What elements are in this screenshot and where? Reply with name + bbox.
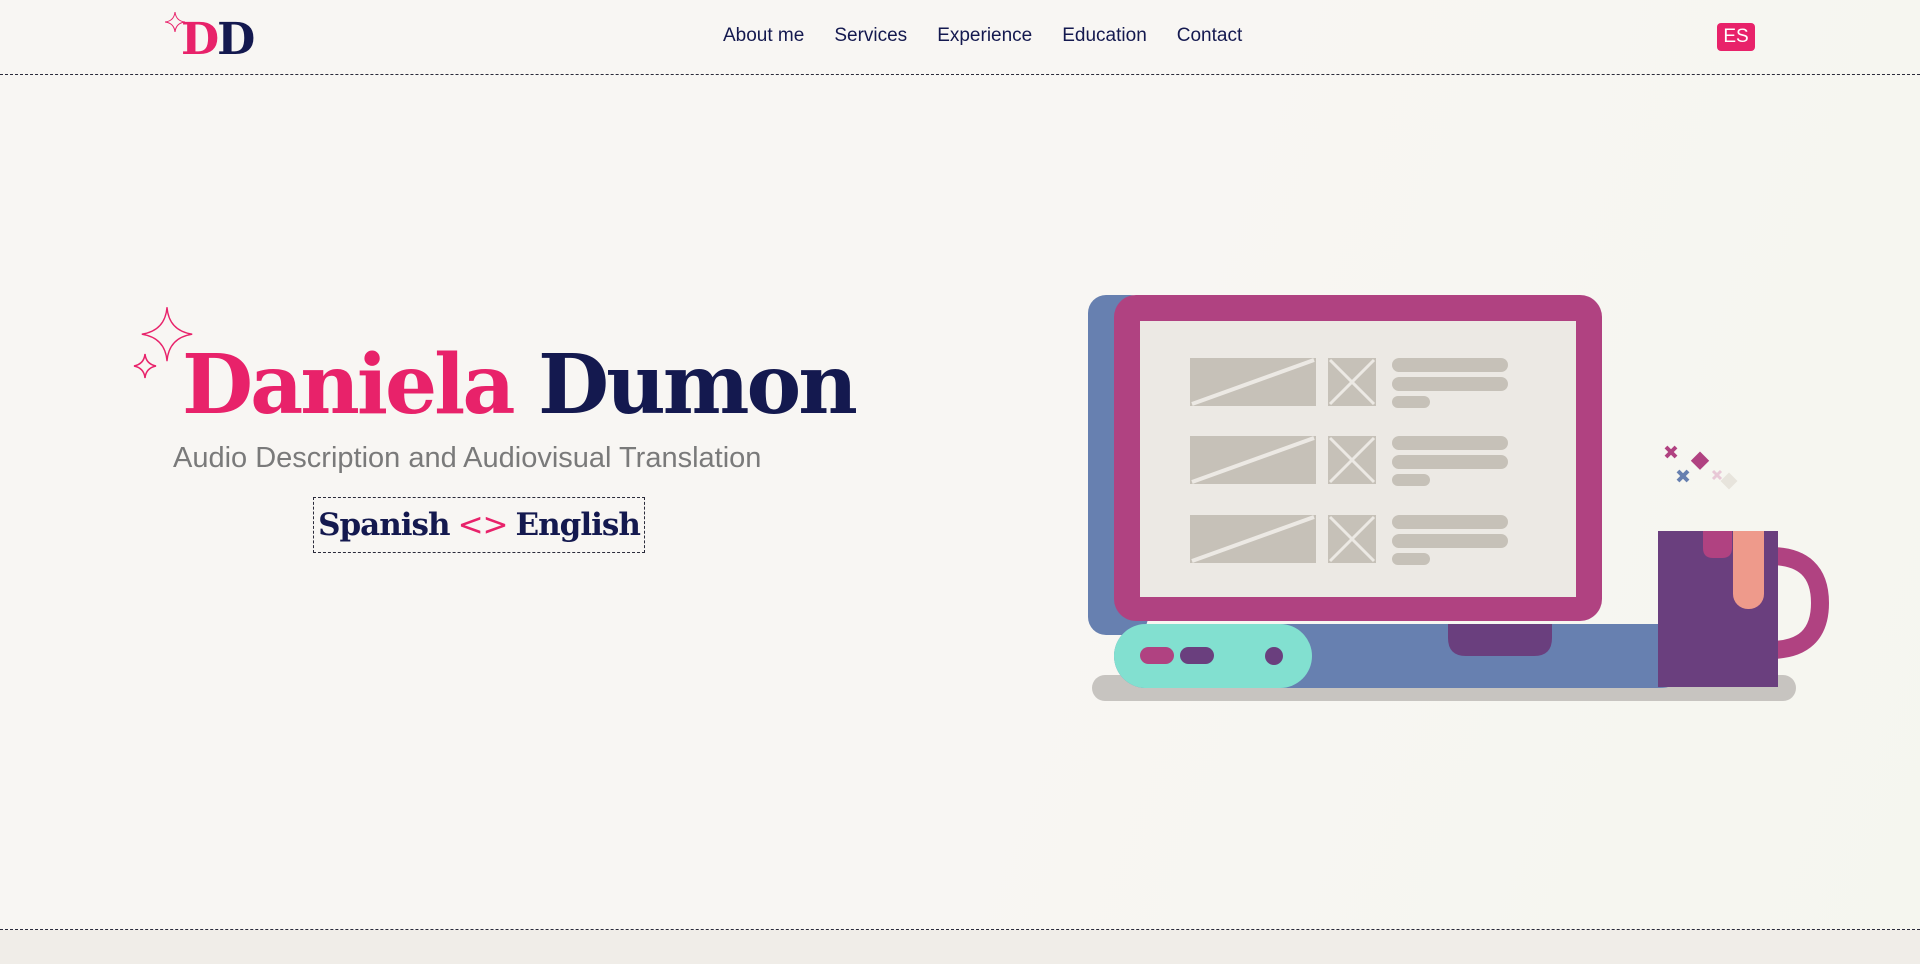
nav-contact[interactable]: Contact bbox=[1177, 25, 1242, 47]
target-language: English bbox=[515, 507, 641, 543]
logo-letter-1: D bbox=[181, 14, 219, 65]
logo[interactable]: DD bbox=[165, 10, 265, 70]
hero-name: Daniela Dumon bbox=[182, 344, 858, 426]
language-toggle-button[interactable]: ES bbox=[1717, 23, 1755, 51]
mug-illustration bbox=[1658, 445, 1830, 687]
key-1 bbox=[1140, 647, 1174, 664]
nav-experience[interactable]: Experience bbox=[937, 25, 1032, 47]
site-header: DD About me Services Experience Educatio… bbox=[0, 0, 1920, 75]
hero-subtitle: Audio Description and Audiovisual Transl… bbox=[173, 442, 762, 474]
first-name: Daniela bbox=[182, 337, 515, 433]
language-separator: <> bbox=[457, 507, 509, 543]
laptop-hinge bbox=[1448, 624, 1552, 656]
language-pair-badge: Spanish <> English bbox=[313, 497, 645, 553]
next-section-top bbox=[0, 930, 1920, 964]
nav-services[interactable]: Services bbox=[834, 25, 907, 47]
logo-letter-2: D bbox=[217, 14, 255, 65]
nav-about-me[interactable]: About me bbox=[723, 25, 804, 47]
nav-education[interactable]: Education bbox=[1062, 25, 1147, 47]
logo-text: DD bbox=[181, 18, 255, 62]
key-2 bbox=[1180, 647, 1214, 664]
source-language: Spanish bbox=[318, 507, 450, 543]
last-name: Dumon bbox=[538, 337, 858, 433]
laptop-illustration bbox=[1088, 295, 1830, 701]
page: DD About me Services Experience Educatio… bbox=[0, 0, 1920, 964]
power-dot bbox=[1265, 647, 1283, 665]
main-nav: About me Services Experience Education C… bbox=[723, 25, 1272, 47]
hero-intro: Daniela Dumon Audio Description and Audi… bbox=[130, 300, 858, 570]
